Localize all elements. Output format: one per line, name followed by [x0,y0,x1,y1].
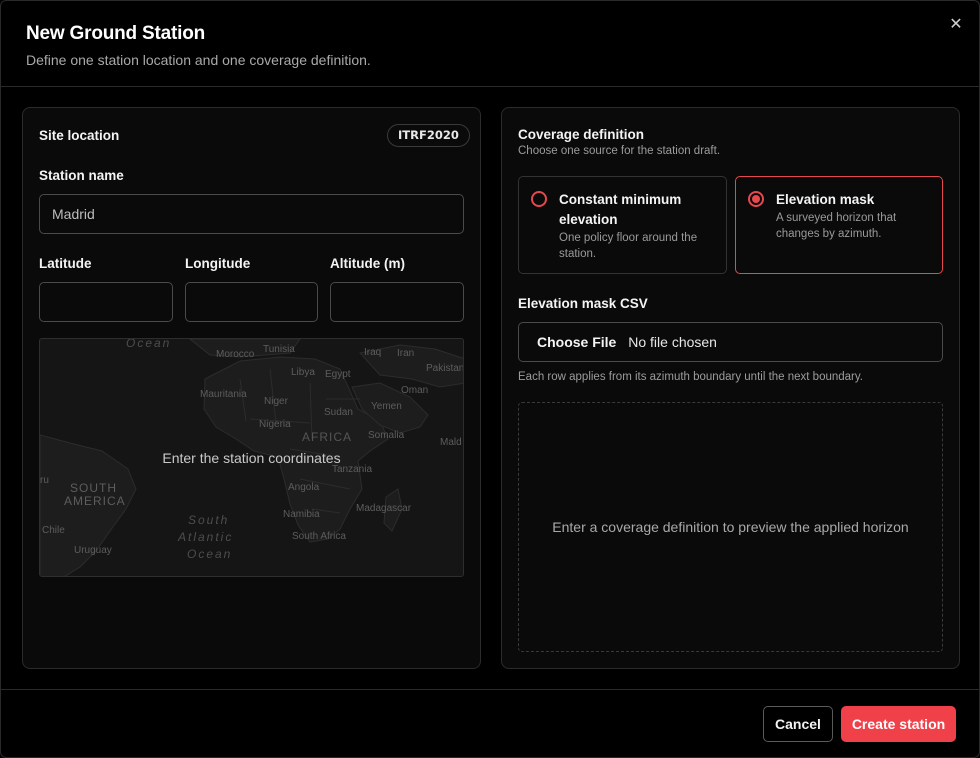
altitude-label: Altitude (m) [330,256,405,271]
dialog-title: New Ground Station [26,23,206,44]
site-location-heading: Site location [39,128,120,143]
radio-elevation-mask[interactable] [748,191,764,207]
elevation-mask-csv-label: Elevation mask CSV [518,296,648,311]
station-name-input[interactable]: Madrid [39,194,464,234]
dialog-header: New Ground Station Define one station lo… [1,1,979,87]
csv-file-input[interactable]: Choose File No file chosen [518,322,943,362]
option-description: A surveyed horizon that changes by azimu… [776,212,897,240]
horizon-preview: Enter a coverage definition to preview t… [518,402,943,652]
reference-frame-badge: ITRF2020 [387,124,470,147]
cancel-button[interactable]: Cancel [763,706,833,742]
radio-constant-min-elevation[interactable] [531,191,547,207]
option-title: Constant minimum elevation [559,192,682,227]
option-constant-min-elevation[interactable]: Constant minimum elevation One policy fl… [518,176,727,274]
map-placeholder-message: Enter the station coordinates [162,449,341,466]
station-map[interactable]: Ocean Morocco Tunisia Libya Egypt Iraq I… [39,338,464,577]
latitude-input[interactable] [39,282,173,322]
choose-file-button[interactable]: Choose File [537,334,616,350]
altitude-input[interactable] [330,282,464,322]
file-status: No file chosen [628,334,717,350]
coverage-subheading: Choose one source for the station draft. [518,145,721,157]
csv-hint: Each row applies from its azimuth bounda… [518,371,863,383]
longitude-label: Longitude [185,256,251,271]
option-description: One policy floor around the station. [559,232,698,260]
option-title: Elevation mask [776,192,875,207]
longitude-input[interactable] [185,282,318,322]
dialog-subtitle: Define one station location and one cove… [26,52,371,68]
site-location-panel: Site location ITRF2020 Station name Madr… [22,107,481,669]
create-station-button[interactable]: Create station [841,706,956,742]
option-elevation-mask[interactable]: Elevation mask A surveyed horizon that c… [735,176,943,274]
coverage-panel: Coverage definition Choose one source fo… [501,107,960,669]
coverage-heading: Coverage definition [518,127,645,142]
close-icon[interactable]: ✕ [946,15,966,35]
station-name-label: Station name [39,168,124,183]
new-ground-station-dialog: New Ground Station Define one station lo… [0,0,980,758]
latitude-label: Latitude [39,256,92,271]
